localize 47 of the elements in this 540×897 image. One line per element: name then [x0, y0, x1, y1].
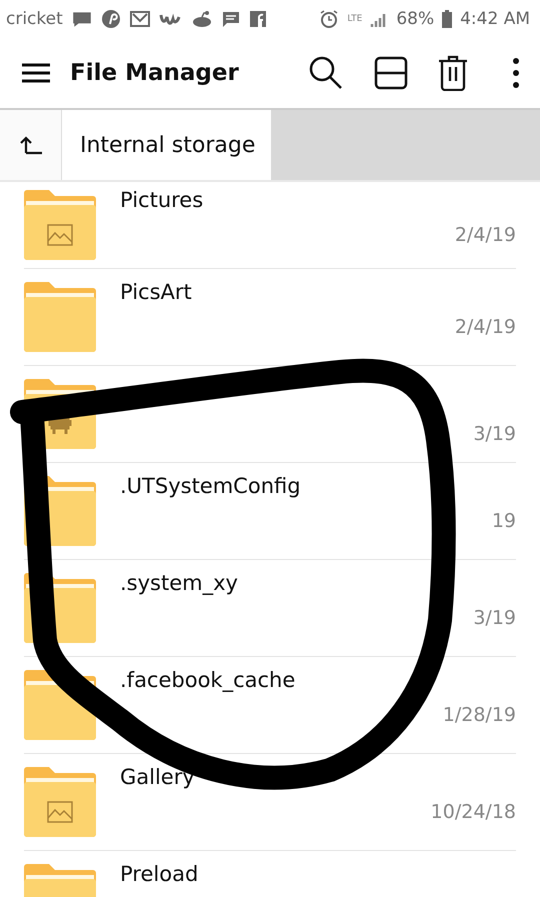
- battery-icon: [442, 10, 452, 28]
- more-icon: [512, 57, 520, 89]
- file-name: Preload: [120, 862, 198, 886]
- menu-icon: [22, 63, 50, 83]
- social-icon: [248, 10, 267, 28]
- alarm-icon: [319, 9, 340, 29]
- pin-icon: [100, 9, 121, 29]
- signal-icon: [370, 11, 388, 27]
- search-icon: [308, 55, 344, 91]
- file-row[interactable]: 3/19: [0, 365, 540, 462]
- modified-date: 10/24/18: [430, 801, 516, 823]
- file-name: Pictures: [120, 188, 204, 212]
- battery-percent: 68%: [396, 9, 434, 29]
- file-row[interactable]: .UTSystemConfig 19: [0, 462, 540, 559]
- network-type: LTE: [347, 14, 362, 24]
- up-button[interactable]: [0, 110, 62, 180]
- carrier-name: cricket: [6, 9, 63, 29]
- file-row[interactable]: Pictures 2/4/19: [0, 182, 540, 268]
- clock: 4:42 AM: [460, 9, 530, 29]
- alien-icon: [190, 10, 213, 28]
- up-arrow-icon: [20, 135, 42, 155]
- file-row[interactable]: Preload: [0, 850, 540, 897]
- modified-date: 1/28/19: [442, 704, 516, 726]
- folder-icon: [24, 280, 96, 352]
- file-row[interactable]: .system_xy 3/19: [0, 559, 540, 656]
- split-view-icon: [374, 56, 408, 90]
- file-row[interactable]: PicsArt 2/4/19: [0, 268, 540, 365]
- file-row[interactable]: Gallery 10/24/18: [0, 753, 540, 850]
- app-title: File Manager: [70, 60, 239, 86]
- mail-icon: [128, 10, 151, 28]
- image-folder-icon: [24, 766, 96, 838]
- modified-date: 3/19: [473, 423, 516, 445]
- trash-icon: [438, 55, 468, 91]
- image-folder-icon: [24, 189, 96, 261]
- modified-date: 19: [492, 510, 516, 532]
- modified-date: 2/4/19: [454, 224, 516, 246]
- file-name: Gallery: [120, 765, 195, 789]
- file-name: .facebook_cache: [120, 668, 296, 692]
- file-row[interactable]: .facebook_cache 1/28/19: [0, 656, 540, 753]
- file-name: .UTSystemConfig: [120, 474, 301, 498]
- squiggle-icon: [158, 11, 183, 27]
- file-name: PicsArt: [120, 280, 192, 304]
- modified-date: 3/19: [473, 607, 516, 629]
- modified-date: 2/4/19: [454, 316, 516, 338]
- file-name: .system_xy: [120, 571, 238, 595]
- message-icon: [70, 10, 93, 28]
- chat-icon: [220, 10, 241, 28]
